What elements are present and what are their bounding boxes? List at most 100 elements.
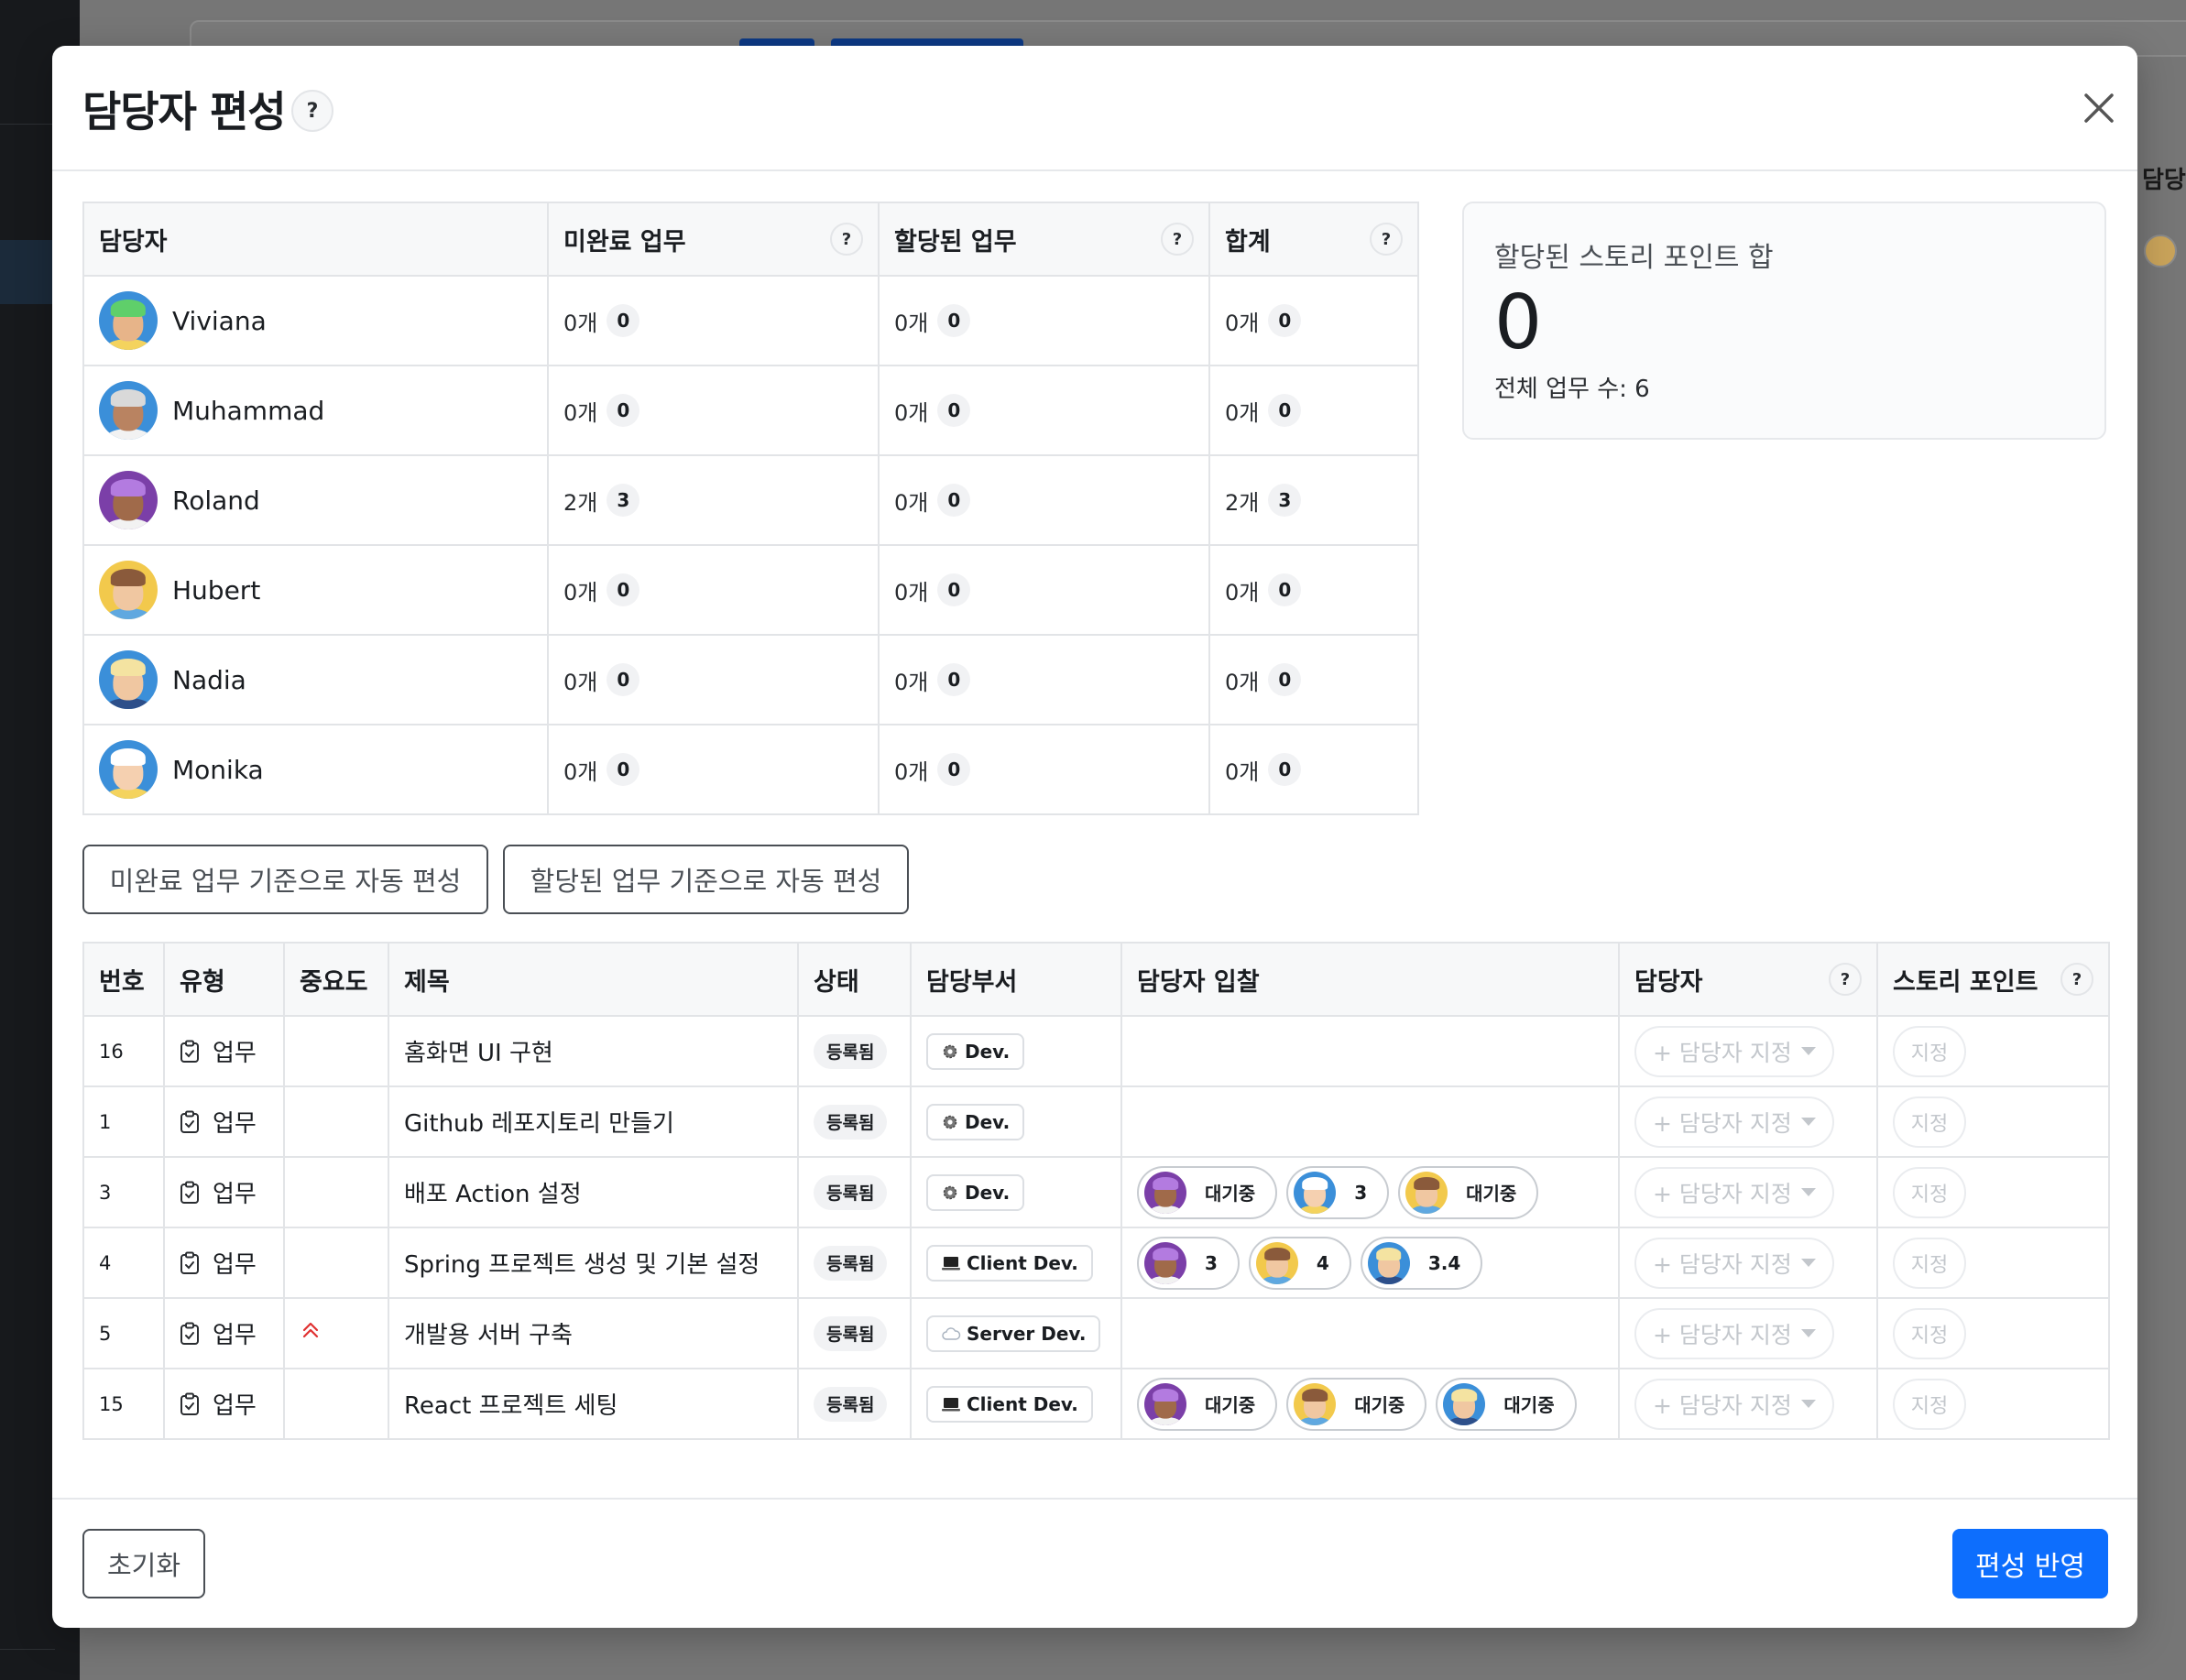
bid-chip[interactable]: 3.4 (1360, 1236, 1483, 1290)
issue-dept-cell: Dev. (910, 1156, 1122, 1228)
issue-row[interactable]: 3 업무 배포 Action 설정 등록됨 Dev. 대기중 3 대기중 + 담… (82, 1156, 2110, 1228)
avatar-roland (1144, 1241, 1186, 1284)
summary-row: Roland 2개 3 0개 0 2개 3 (82, 454, 1419, 546)
issue-title[interactable]: Spring 프로젝트 생성 및 기본 설정 (388, 1227, 799, 1299)
assign-points-button[interactable]: 지정 (1893, 1378, 1966, 1430)
status-badge: 등록됨 (814, 1315, 888, 1351)
caret-down-icon (1800, 1329, 1816, 1337)
apply-button[interactable]: 편성 반영 (1952, 1529, 2108, 1598)
issue-priority-cell (283, 1368, 389, 1440)
assign-assignee-button[interactable]: + 담당자 지정 (1634, 1307, 1834, 1359)
story-points-label: 할당된 스토리 포인트 합 (1494, 242, 1774, 274)
header-dept: 담당부서 (910, 942, 1122, 1017)
gear-icon (943, 1115, 957, 1129)
avatar-nadia (1443, 1382, 1486, 1425)
bid-chip[interactable]: 4 (1248, 1236, 1351, 1290)
assigned-help-icon[interactable]: ? (1161, 223, 1194, 256)
assign-assignee-button[interactable]: + 담당자 지정 (1634, 1237, 1834, 1289)
modal-title: 담당자 편성 (82, 87, 287, 136)
issue-row[interactable]: 16 업무 홈화면 UI 구현 등록됨 Dev. + 담당자 지정 지정 (82, 1015, 2110, 1087)
caret-down-icon (1800, 1400, 1816, 1408)
avatar-roland (99, 471, 158, 529)
assign-points-button[interactable]: 지정 (1893, 1166, 1966, 1218)
assign-points-button[interactable]: 지정 (1893, 1096, 1966, 1148)
assign-assignee-button[interactable]: + 담당자 지정 (1634, 1025, 1834, 1077)
bid-chip[interactable]: 대기중 (1137, 1377, 1278, 1431)
assign-assignee-button[interactable]: + 담당자 지정 (1634, 1378, 1834, 1430)
summary-assigned-cell: 0개 0 (878, 634, 1210, 725)
assign-points-button[interactable]: 지정 (1893, 1025, 1966, 1077)
issue-title[interactable]: Github 레포지토리 만들기 (388, 1085, 799, 1158)
total-count: 0개 0 (1225, 573, 1302, 606)
avatar-hubert (1294, 1382, 1337, 1425)
task-clipboard-icon (180, 1322, 199, 1345)
bid-chip[interactable]: 3 (1137, 1236, 1240, 1290)
assigned-count: 0개 0 (894, 394, 971, 427)
issue-number: 15 (82, 1368, 165, 1440)
assign-assignee-button[interactable]: + 담당자 지정 (1634, 1096, 1834, 1148)
avatar-hubert (99, 561, 158, 619)
issue-row[interactable]: 15 업무 React 프로젝트 세팅 등록됨 Client Dev. 대기중 … (82, 1368, 2110, 1440)
issue-type-cell: 업무 (163, 1297, 285, 1369)
auto-assign-incomplete-button[interactable]: 미완료 업무 기준으로 자동 편성 (82, 845, 488, 914)
assign-points-button[interactable]: 지정 (1893, 1237, 1966, 1289)
issue-title[interactable]: 홈화면 UI 구현 (388, 1015, 799, 1087)
incomplete-count: 0개 0 (563, 304, 640, 337)
issue-type: 업무 (213, 1251, 257, 1279)
header-story-points: 스토리 포인트? (1876, 942, 2110, 1017)
close-button[interactable] (2075, 84, 2123, 132)
issue-title[interactable]: 개발용 서버 구축 (388, 1297, 799, 1369)
issue-row[interactable]: 4 업무 Spring 프로젝트 생성 및 기본 설정 등록됨 Client D… (82, 1227, 2110, 1299)
issue-status-cell: 등록됨 (797, 1015, 912, 1087)
header-assignee: 담당자 (82, 202, 549, 277)
bid-chip[interactable]: 대기중 (1436, 1377, 1577, 1431)
status-badge: 등록됨 (814, 1386, 888, 1422)
bid-chip[interactable]: 3 (1286, 1165, 1390, 1219)
task-clipboard-icon (180, 1251, 199, 1274)
issue-title[interactable]: 배포 Action 설정 (388, 1156, 799, 1228)
issue-assignee-cell: + 담당자 지정 (1618, 1085, 1878, 1158)
assign-points-button[interactable]: 지정 (1893, 1307, 1966, 1359)
avatar-hubert (1405, 1171, 1448, 1214)
issue-title[interactable]: React 프로젝트 세팅 (388, 1368, 799, 1440)
avatar-hubert (1255, 1241, 1298, 1284)
modal-footer: 초기화 편성 반영 (52, 1498, 2137, 1628)
assignee-name: Nadia (172, 664, 246, 695)
assignee-name: Muhammad (172, 395, 325, 426)
dept-badge: Dev. (926, 1173, 1025, 1211)
incomplete-count: 2개 3 (563, 484, 640, 517)
summary-assigned-cell: 0개 0 (878, 275, 1210, 366)
assignee-name: Hubert (172, 574, 261, 605)
issue-assignee-cell: + 담당자 지정 (1618, 1368, 1878, 1440)
incomplete-help-icon[interactable]: ? (830, 223, 863, 256)
issue-row[interactable]: 1 업무 Github 레포지토리 만들기 등록됨 Dev. + 담당자 지정 … (82, 1085, 2110, 1158)
summary-assigned-cell: 0개 0 (878, 544, 1210, 636)
issue-points-cell: 지정 (1876, 1227, 2110, 1299)
auto-assign-assigned-button[interactable]: 할당된 업무 기준으로 자동 편성 (503, 845, 909, 914)
total-count: 0개 0 (1225, 304, 1302, 337)
issue-bids-cell (1120, 1015, 1620, 1087)
task-clipboard-icon (180, 1392, 199, 1415)
task-clipboard-icon (180, 1040, 199, 1063)
issue-assignee-help-icon[interactable]: ? (1829, 963, 1862, 996)
dept-badge: Client Dev. (926, 1244, 1093, 1282)
bid-chip[interactable]: 대기중 (1398, 1165, 1539, 1219)
issue-type: 업무 (213, 1322, 257, 1349)
total-count: 0개 0 (1225, 753, 1302, 786)
issue-dept-cell: Dev. (910, 1015, 1122, 1087)
header-number: 번호 (82, 942, 165, 1017)
header-incomplete: 미완료 업무? (547, 202, 880, 277)
title-help-icon[interactable]: ? (291, 90, 333, 132)
issue-dept-cell: Server Dev. (910, 1297, 1122, 1369)
assignee-summary-table: 담당자 미완료 업무? 할당된 업무? 합계? Viviana 0개 0 0개 0 … (82, 202, 1419, 815)
bid-chip[interactable]: 대기중 (1137, 1165, 1278, 1219)
total-help-icon[interactable]: ? (1370, 223, 1403, 256)
issue-row[interactable]: 5 업무 개발용 서버 구축 등록됨 Server Dev. + 담당자 지정 … (82, 1297, 2110, 1369)
summary-row: Monika 0개 0 0개 0 0개 0 (82, 724, 1419, 815)
reset-button[interactable]: 초기화 (82, 1529, 205, 1598)
issue-status-cell: 등록됨 (797, 1297, 912, 1369)
story-points-help-icon[interactable]: ? (2060, 963, 2093, 996)
bid-chip[interactable]: 대기중 (1286, 1377, 1427, 1431)
issue-assignee-cell: + 담당자 지정 (1618, 1297, 1878, 1369)
assign-assignee-button[interactable]: + 담당자 지정 (1634, 1166, 1834, 1218)
